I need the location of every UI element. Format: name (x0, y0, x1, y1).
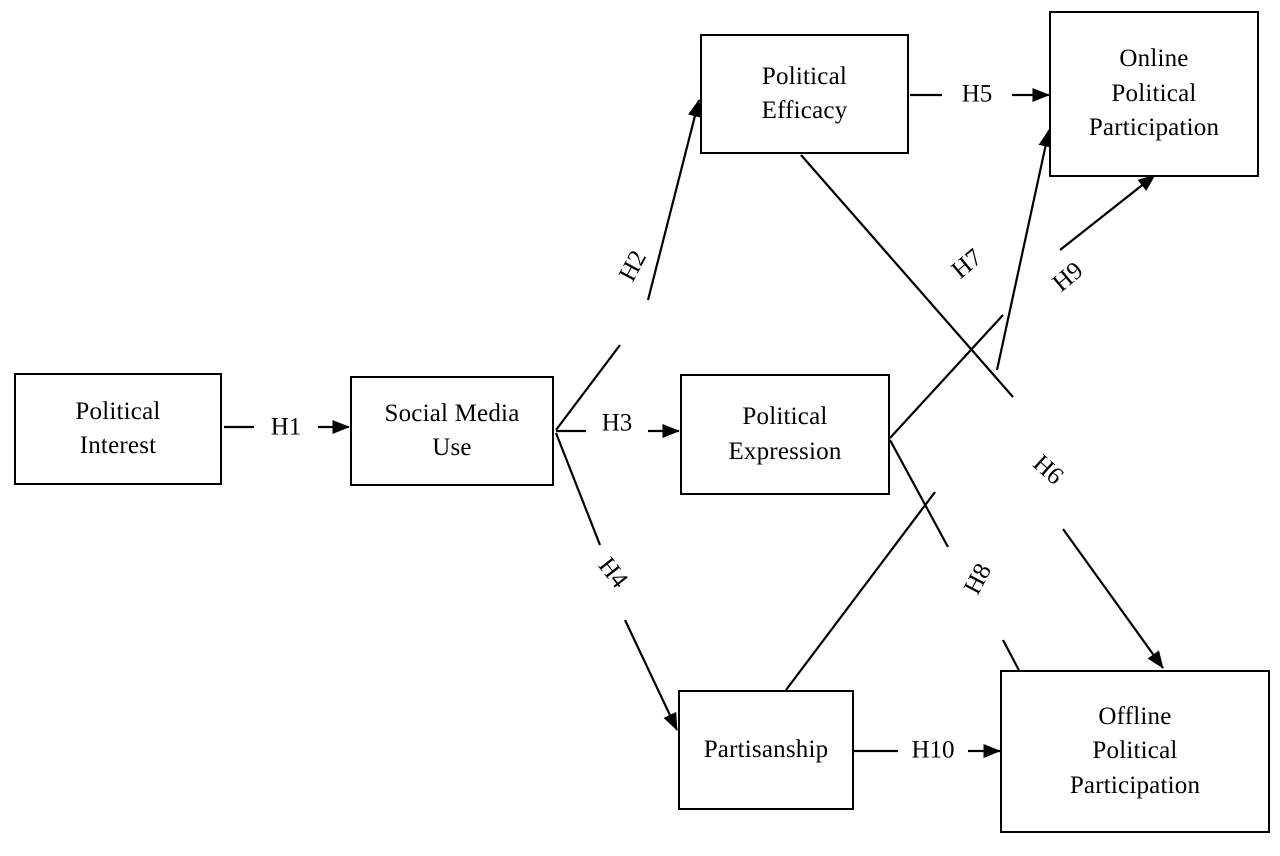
node-political-expression-label: Political Expression (728, 403, 842, 465)
node-political-efficacy-label: Political Efficacy (761, 62, 848, 125)
node-political-interest[interactable]: Political Interest (14, 373, 222, 485)
node-offline-political-participation-label: Offline Political Participation (1069, 702, 1201, 799)
node-offline-political-participation[interactable]: Offline Political Participation (1000, 670, 1270, 833)
node-partisanship[interactable]: Partisanship (678, 690, 854, 810)
edge-label-h3: H3 (601, 409, 633, 437)
edge-label-h10: H10 (911, 736, 955, 764)
node-political-interest-label: Political Interest (75, 397, 161, 460)
edge-label-h1: H1 (270, 413, 302, 441)
node-social-media-use-label: Social Media Use (384, 399, 520, 462)
model-diagram-canvas: Political Interest Social Media Use Poli… (0, 0, 1280, 856)
edge-label-h5: H5 (961, 80, 993, 108)
node-online-political-participation[interactable]: Online Political Participation (1049, 11, 1259, 177)
node-online-political-participation-label: Online Political Participation (1088, 45, 1220, 142)
node-social-media-use[interactable]: Social Media Use (350, 376, 554, 486)
node-partisanship-label: Partisanship (703, 735, 829, 763)
node-political-efficacy[interactable]: Political Efficacy (700, 34, 909, 154)
edge-h9 (889, 174, 1156, 439)
node-political-expression[interactable]: Political Expression (680, 374, 890, 495)
